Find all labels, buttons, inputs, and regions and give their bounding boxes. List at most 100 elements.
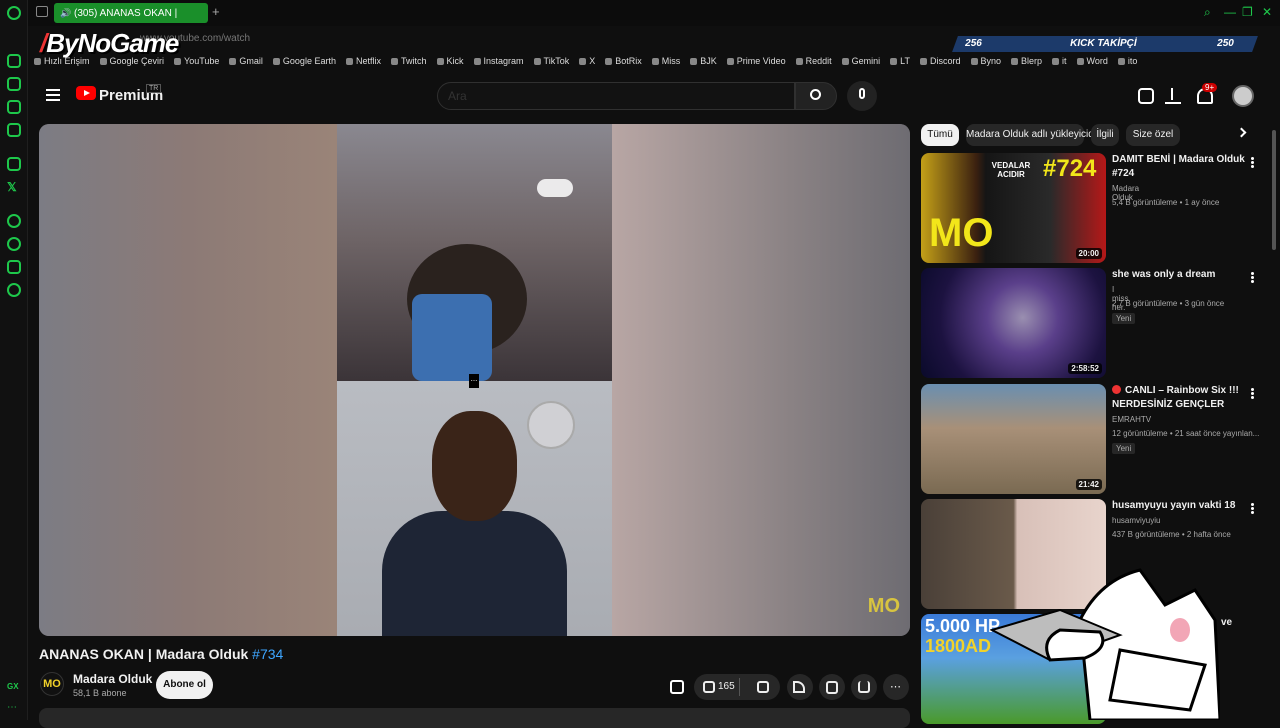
bookmark-item[interactable]: LT — [890, 56, 910, 66]
recommendation-title[interactable]: DAMIT BENİ | Madara Olduk #724 — [1112, 153, 1262, 181]
bookmark-item[interactable]: TikTok — [534, 56, 570, 66]
player-icon[interactable] — [7, 214, 21, 228]
recommendation-channel[interactable]: husamviyuyiu — [1112, 516, 1160, 525]
messenger-icon[interactable] — [7, 77, 21, 91]
bookmark-item[interactable]: Twitch — [391, 56, 427, 66]
gx-label[interactable]: GX — [7, 682, 19, 691]
m-app-icon[interactable] — [7, 123, 21, 137]
chip-from-uploader[interactable]: Madara Olduk adlı yükleyiciden — [966, 124, 1105, 146]
bookmark-item[interactable]: ito — [1118, 56, 1138, 66]
bookmark-item[interactable]: Instagram — [474, 56, 524, 66]
chevron-right-icon[interactable] — [1236, 127, 1247, 138]
youtube-logo-icon[interactable] — [76, 86, 96, 100]
chip-all[interactable]: Tümü — [921, 124, 959, 146]
minimize-icon[interactable]: — — [1224, 5, 1236, 19]
bookmark-item[interactable]: Gmail — [229, 56, 263, 66]
bookmark-item[interactable]: Google Çeviri — [100, 56, 165, 66]
save-button[interactable] — [819, 674, 845, 700]
download-button[interactable] — [851, 674, 877, 700]
search-button[interactable] — [795, 82, 837, 110]
scrollbar[interactable] — [1272, 130, 1276, 250]
like-icon[interactable] — [703, 681, 715, 693]
bookmark-item[interactable]: Netflix — [346, 56, 381, 66]
channel-avatar[interactable]: MO — [40, 672, 64, 696]
youtube-masthead: Premium TR 9+ — [28, 76, 1280, 116]
avatar[interactable] — [1232, 85, 1254, 107]
thumbnail-caption: 5.000 HP — [925, 616, 1001, 636]
more-icon[interactable]: ⋯ — [7, 702, 17, 713]
browser-tabbar: 🔊 (305) ANANAS OKAN | + ⌕ — ❐ ✕ — [28, 0, 1280, 26]
extensions-icon[interactable] — [7, 260, 21, 274]
bookmark-item[interactable]: Discord — [920, 56, 961, 66]
bookmark-item[interactable]: Gemini — [842, 56, 881, 66]
bookmark-item[interactable]: Kick — [437, 56, 464, 66]
bookmark-item[interactable]: YouTube — [174, 56, 219, 66]
maximize-icon[interactable]: ❐ — [1242, 5, 1253, 19]
kebab-menu-icon[interactable] — [1251, 388, 1254, 391]
video-thumbnail[interactable]: 21:42 — [921, 384, 1106, 494]
bookmark-item[interactable]: it — [1052, 56, 1067, 66]
opera-gx-icon[interactable] — [7, 6, 21, 20]
tab-youtube[interactable]: 🔊 (305) ANANAS OKAN | — [54, 3, 208, 23]
recommendation-title[interactable]: ve — [1221, 616, 1251, 630]
download-icon — [858, 681, 870, 693]
bookmark-item[interactable]: Blerp — [1011, 56, 1042, 66]
kebab-menu-icon[interactable] — [1251, 503, 1254, 506]
live-dot-icon — [1112, 385, 1121, 394]
platcorn-logo — [537, 179, 573, 197]
settings-icon[interactable] — [7, 283, 21, 297]
recommendation-channel[interactable]: EMRAHTV — [1112, 415, 1151, 424]
subscribe-button[interactable]: Abone ol — [156, 671, 213, 699]
description-box[interactable] — [39, 708, 910, 728]
close-icon[interactable]: ✕ — [1262, 5, 1272, 19]
extension-icon[interactable] — [670, 680, 684, 694]
search-tabs-icon[interactable]: ⌕ — [1204, 5, 1211, 20]
recommendation-title[interactable]: husamyuyu yayın vakti 18 — [1112, 499, 1262, 513]
bookmark-item[interactable]: Hızlı Erişim — [34, 56, 90, 66]
more-actions-button[interactable]: ⋯ — [883, 674, 909, 700]
video-player[interactable]: ... MO — [39, 124, 910, 636]
bookmark-item[interactable]: Byno — [971, 56, 1002, 66]
voice-search-button[interactable] — [847, 81, 877, 111]
x-icon[interactable]: 𝕏 — [7, 180, 21, 194]
dislike-icon[interactable] — [757, 681, 769, 693]
like-count[interactable]: 165 — [718, 681, 735, 692]
upload-icon[interactable] — [1165, 88, 1181, 104]
recommendation-title[interactable]: she was only a dream — [1112, 268, 1262, 282]
channel-watermark[interactable]: MO — [868, 595, 900, 618]
channel-name[interactable]: Madara Olduk — [73, 672, 152, 686]
bookmark-item[interactable]: Miss — [652, 56, 681, 66]
bookmark-item[interactable]: BJK — [690, 56, 717, 66]
bookmark-item[interactable]: Word — [1077, 56, 1108, 66]
chip-for-you[interactable]: Size özel — [1126, 124, 1180, 146]
extension-puzzle-icon[interactable] — [1138, 88, 1154, 104]
whatsapp-icon[interactable] — [7, 100, 21, 114]
refresh-icon[interactable] — [7, 54, 21, 68]
video-title: ANANAS OKAN | Madara Olduk #734 — [39, 646, 284, 662]
duration-badge: 20:00 — [1075, 248, 1102, 259]
bookmark-icon — [826, 681, 838, 694]
new-tab-button[interactable]: + — [212, 4, 220, 19]
kebab-menu-icon[interactable] — [1251, 157, 1254, 160]
frame-menu-icon[interactable]: ... — [469, 374, 479, 388]
bookmark-item[interactable]: Prime Video — [727, 56, 786, 66]
chip-related[interactable]: İlgili — [1091, 124, 1119, 146]
share-icon — [793, 681, 805, 693]
hashtag-link[interactable]: #734 — [252, 646, 283, 662]
bookmark-item[interactable]: Reddit — [796, 56, 832, 66]
video-thumbnail[interactable]: 2:58:52 — [921, 268, 1106, 378]
history-icon[interactable] — [7, 237, 21, 251]
tab-menu-icon[interactable] — [36, 6, 48, 17]
video-thumbnail[interactable]: MO VEDALAR ACIDIR #724 20:00 — [921, 153, 1106, 263]
bookmark-item[interactable]: Google Earth — [273, 56, 336, 66]
bookmark-item[interactable]: X — [579, 56, 595, 66]
recommendation-title[interactable]: CANLI – Rainbow Six !!! NERDESİNİZ GENÇL… — [1112, 384, 1262, 412]
twitch-icon[interactable] — [7, 157, 21, 171]
subscriber-count: 58,1 B abone — [73, 688, 127, 698]
country-code: TR — [146, 84, 162, 93]
menu-icon[interactable] — [46, 89, 60, 91]
share-button[interactable] — [787, 674, 813, 700]
search-input[interactable] — [437, 82, 795, 110]
kebab-menu-icon[interactable] — [1251, 272, 1254, 275]
bookmark-item[interactable]: BotRix — [605, 56, 642, 66]
